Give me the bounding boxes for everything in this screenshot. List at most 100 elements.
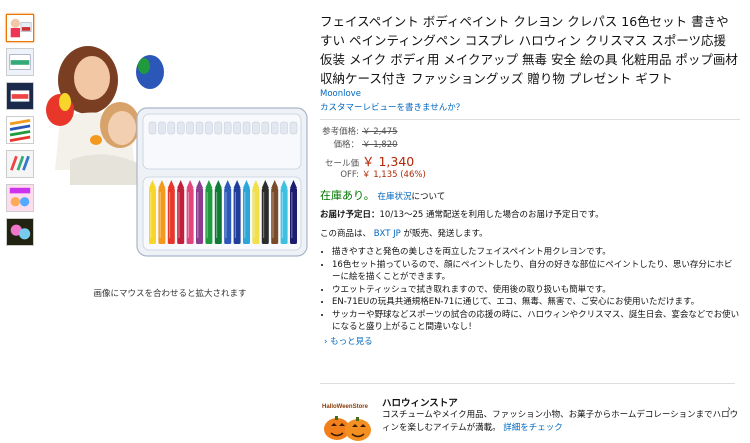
chevron-right-icon: › <box>324 336 328 347</box>
crayon-highlight <box>244 192 246 238</box>
thumbnail-6[interactable] <box>6 184 34 212</box>
case-slot <box>280 121 288 135</box>
crayon <box>252 188 260 244</box>
crayon-highlight <box>178 192 180 238</box>
thumbnail-strip <box>6 14 36 252</box>
seller-prefix: この商品は、 <box>320 229 372 239</box>
thumbnail-4[interactable] <box>6 116 34 144</box>
crayon <box>186 188 194 244</box>
list-item: EN-71EUの玩具共通規格EN-71に通じて、エコ、無毒、無害で、ご安心にお使… <box>332 296 740 309</box>
crayon-highlight <box>159 192 161 238</box>
crayon-highlight <box>272 192 274 238</box>
reference-price-row: 参考価格: ￥ 2,475 <box>320 125 740 138</box>
crayon <box>261 188 269 244</box>
stock-line: 在庫あり。 在庫状況について <box>320 187 740 203</box>
list-price-value: ￥ 1,820 <box>362 140 398 150</box>
thumbnail-3[interactable] <box>6 82 34 110</box>
crayon-highlight <box>169 192 171 238</box>
crayon-highlight <box>206 192 208 238</box>
store-details-link[interactable]: 詳細をチェック <box>503 423 563 433</box>
crayon-highlight <box>234 192 236 238</box>
crayon-highlight <box>253 192 255 238</box>
crayon-highlight <box>225 192 227 238</box>
seller-suffix: が販売、発送します。 <box>403 229 488 239</box>
crayon <box>158 188 166 244</box>
crayon-highlight <box>216 192 218 238</box>
case-slot <box>289 121 298 135</box>
seller-link[interactable]: BXT JP <box>374 229 401 239</box>
crayon <box>233 188 241 244</box>
thumbnail-2[interactable] <box>6 48 34 76</box>
crayon <box>280 188 288 244</box>
case-slot <box>167 121 176 135</box>
product-title: フェイスペイント ボディペイント クレヨン クレパス 16色セット 書きやすい … <box>320 14 738 86</box>
list-item: ウエットティッシュで拭き取れますので、使用後の取り扱いも簡単です。 <box>332 284 740 297</box>
thumbnail-7[interactable] <box>6 218 34 246</box>
crayon <box>224 188 232 244</box>
case-slot <box>195 121 204 135</box>
halloween-store-logo[interactable]: HalloWeenStore <box>320 399 375 443</box>
halloween-store-banner[interactable]: HalloWeenStore ハロウィンストア コスチュームやメイク用品、ファッ… <box>320 393 740 443</box>
seller-line: この商品は、 BXT JP が販売、発送します。 <box>320 227 740 239</box>
crayon <box>177 188 185 244</box>
case-slot <box>223 121 232 135</box>
case-slot <box>186 121 194 135</box>
product-info: フェイスペイント ボディペイント クレヨン クレパス 16色セット 書きやすい … <box>320 12 740 347</box>
crayon <box>205 188 213 244</box>
case-slot <box>252 121 260 135</box>
crayon-highlight <box>150 192 152 238</box>
feature-bullets: 描きやすさと発色の美しさを両立したフェイスペイント用クレヨンです。 16色セット… <box>320 246 740 334</box>
list-price-label: 価格： <box>333 140 359 150</box>
crayon-highlight <box>281 192 283 238</box>
divider <box>320 119 740 120</box>
price-table: 参考価格: ￥ 2,475 価格： ￥ 1,820 セール価 ￥ 1,340 O… <box>320 125 740 181</box>
sale-price-row: セール価 ￥ 1,340 <box>320 151 740 169</box>
delivery-estimate: お届け予定日：10/13～25 通常配送を利用した場合のお届け予定日です。 <box>320 208 740 220</box>
see-more-label: もっと見る <box>330 336 373 347</box>
crayon-highlight <box>197 192 199 238</box>
delivery-text: 10/13～25 通常配送を利用した場合のお届け予定日です。 <box>379 210 604 220</box>
discount-value: ￥ 1,135 (46%) <box>362 170 426 180</box>
chevron-right-icon[interactable]: › <box>727 404 731 415</box>
list-item: サッカーや野球などスポーツの試合の応援の時に、ハロウィンやクリスマス、誕生日会、… <box>332 309 740 334</box>
product-main-image[interactable] <box>40 10 310 265</box>
stock-info-link[interactable]: 在庫状況 <box>377 192 411 202</box>
case-slot <box>176 121 185 135</box>
write-review-link[interactable]: カスタマーレビューを書きませんか？ <box>320 101 740 113</box>
crayon <box>214 188 222 244</box>
store-logo-text: HalloWeenStore <box>322 404 369 410</box>
crayon <box>167 188 175 244</box>
discount-row: OFF: ￥ 1,135 (46%) <box>320 168 740 181</box>
thumbnail-1[interactable] <box>6 14 34 42</box>
case-slot <box>158 121 166 135</box>
divider <box>320 383 735 384</box>
crayon-highlight <box>263 192 265 238</box>
case-slot <box>261 121 270 135</box>
stock-suffix: について <box>411 192 446 202</box>
store-title: ハロウィンストア <box>382 398 458 409</box>
see-more-link[interactable]: › もっと見る <box>320 335 740 347</box>
zoom-hint: 画像にマウスを合わせると拡大されます <box>93 289 247 299</box>
list-price-row: 価格： ￥ 1,820 <box>320 138 740 151</box>
crayon <box>149 188 156 244</box>
discount-label: OFF: <box>340 170 359 180</box>
sale-price-label: セール価 <box>324 159 359 169</box>
case-slot <box>214 121 223 135</box>
brand-link[interactable]: Moonlove <box>320 89 740 99</box>
case-slot <box>233 121 241 135</box>
case-slot <box>205 121 213 135</box>
case-slot <box>242 121 251 135</box>
case-slot <box>270 121 279 135</box>
store-description: コスチュームやメイク用品、ファッション小物、お菓子からホームデコレーションまでハ… <box>382 409 740 434</box>
stock-status: 在庫あり。 <box>320 189 375 202</box>
reference-price-value: ￥ 2,475 <box>362 127 398 137</box>
case-slot <box>148 121 157 135</box>
crayon <box>243 188 250 244</box>
delivery-label: お届け予定日： <box>320 210 380 220</box>
crayon <box>271 188 279 244</box>
list-item: 16色セット揃っているので、顔にペイントしたり、自分の好きな部位にペイントしたり… <box>332 259 740 284</box>
crayon-highlight <box>187 192 189 238</box>
thumbnail-5[interactable] <box>6 150 34 178</box>
crayon <box>290 188 297 244</box>
reference-price-label: 参考価格: <box>322 127 359 137</box>
